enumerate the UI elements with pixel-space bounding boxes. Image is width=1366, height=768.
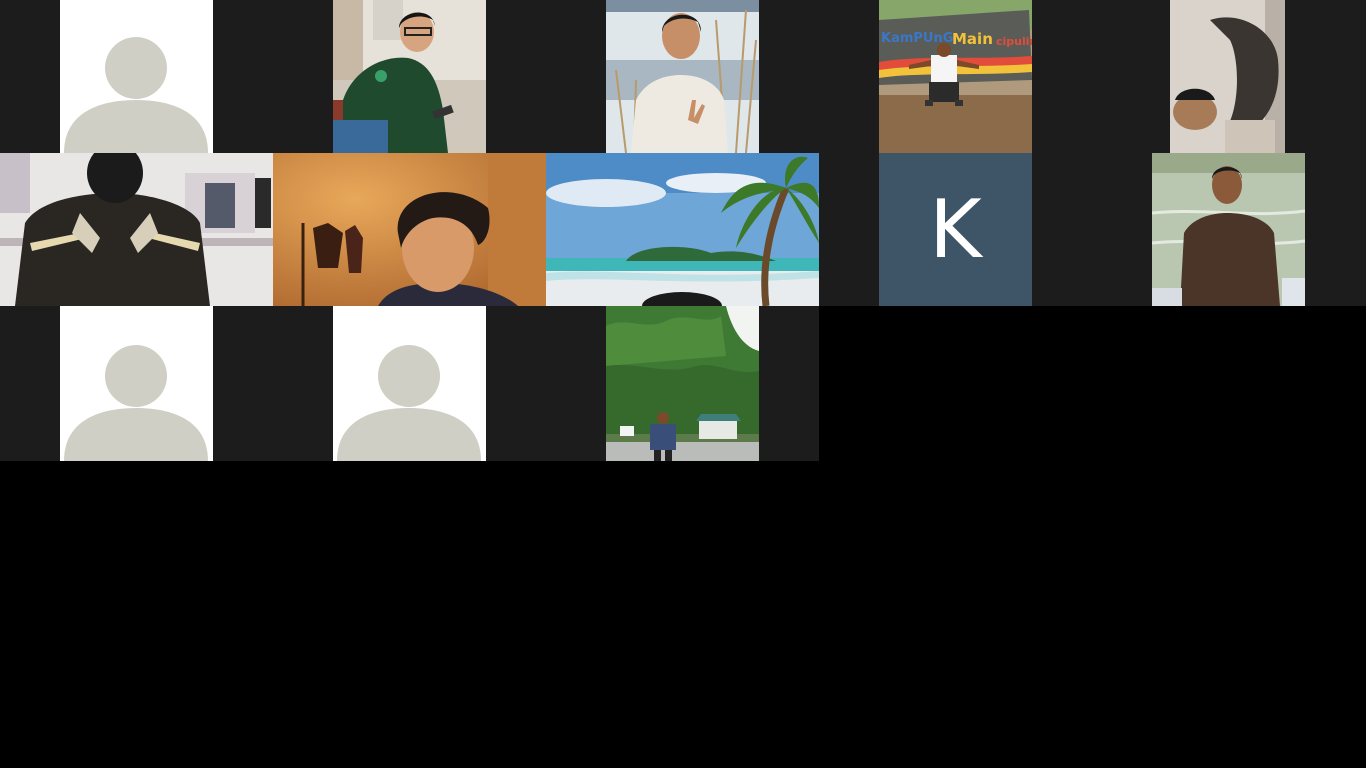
participant-video [606,0,759,153]
participant-tile-12[interactable] [273,306,546,461]
participant-tile-1[interactable] [0,0,273,153]
user-silhouette-icon [337,345,481,461]
avatar-placeholder [60,306,213,461]
svg-text:cipulir: cipulir [996,35,1032,48]
user-silhouette-icon [64,37,208,153]
participant-tile-2[interactable] [273,0,546,153]
avatar-placeholder [333,306,486,461]
participant-initial-avatar: K [879,153,1032,306]
participant-video [1152,153,1305,306]
participant-video [0,153,273,306]
participant-video: KamPUnG Main cipulir [879,0,1032,153]
participant-initial: K [929,183,982,276]
participant-tile-8[interactable] [546,153,819,306]
svg-text:Main: Main [952,30,993,48]
avatar-placeholder [60,0,213,153]
gallery-view: KamPUnG Main cipulir K [0,0,1366,768]
participant-tile-13[interactable] [546,306,819,461]
participant-video [333,0,486,153]
participant-tile-5[interactable] [1092,0,1366,153]
participant-video [546,153,819,306]
participant-video [606,306,759,461]
participant-tile-7[interactable] [273,153,546,306]
participant-tile-3[interactable] [546,0,819,153]
participant-tile-10[interactable] [1092,153,1366,306]
user-silhouette-icon [64,345,208,461]
participant-tile-11[interactable] [0,306,273,461]
participant-tile-9[interactable]: K [819,153,1092,306]
participant-tile-4[interactable]: KamPUnG Main cipulir [819,0,1092,153]
participant-video [1170,0,1285,153]
participant-tile-6[interactable] [0,153,273,306]
participant-video [273,153,546,306]
